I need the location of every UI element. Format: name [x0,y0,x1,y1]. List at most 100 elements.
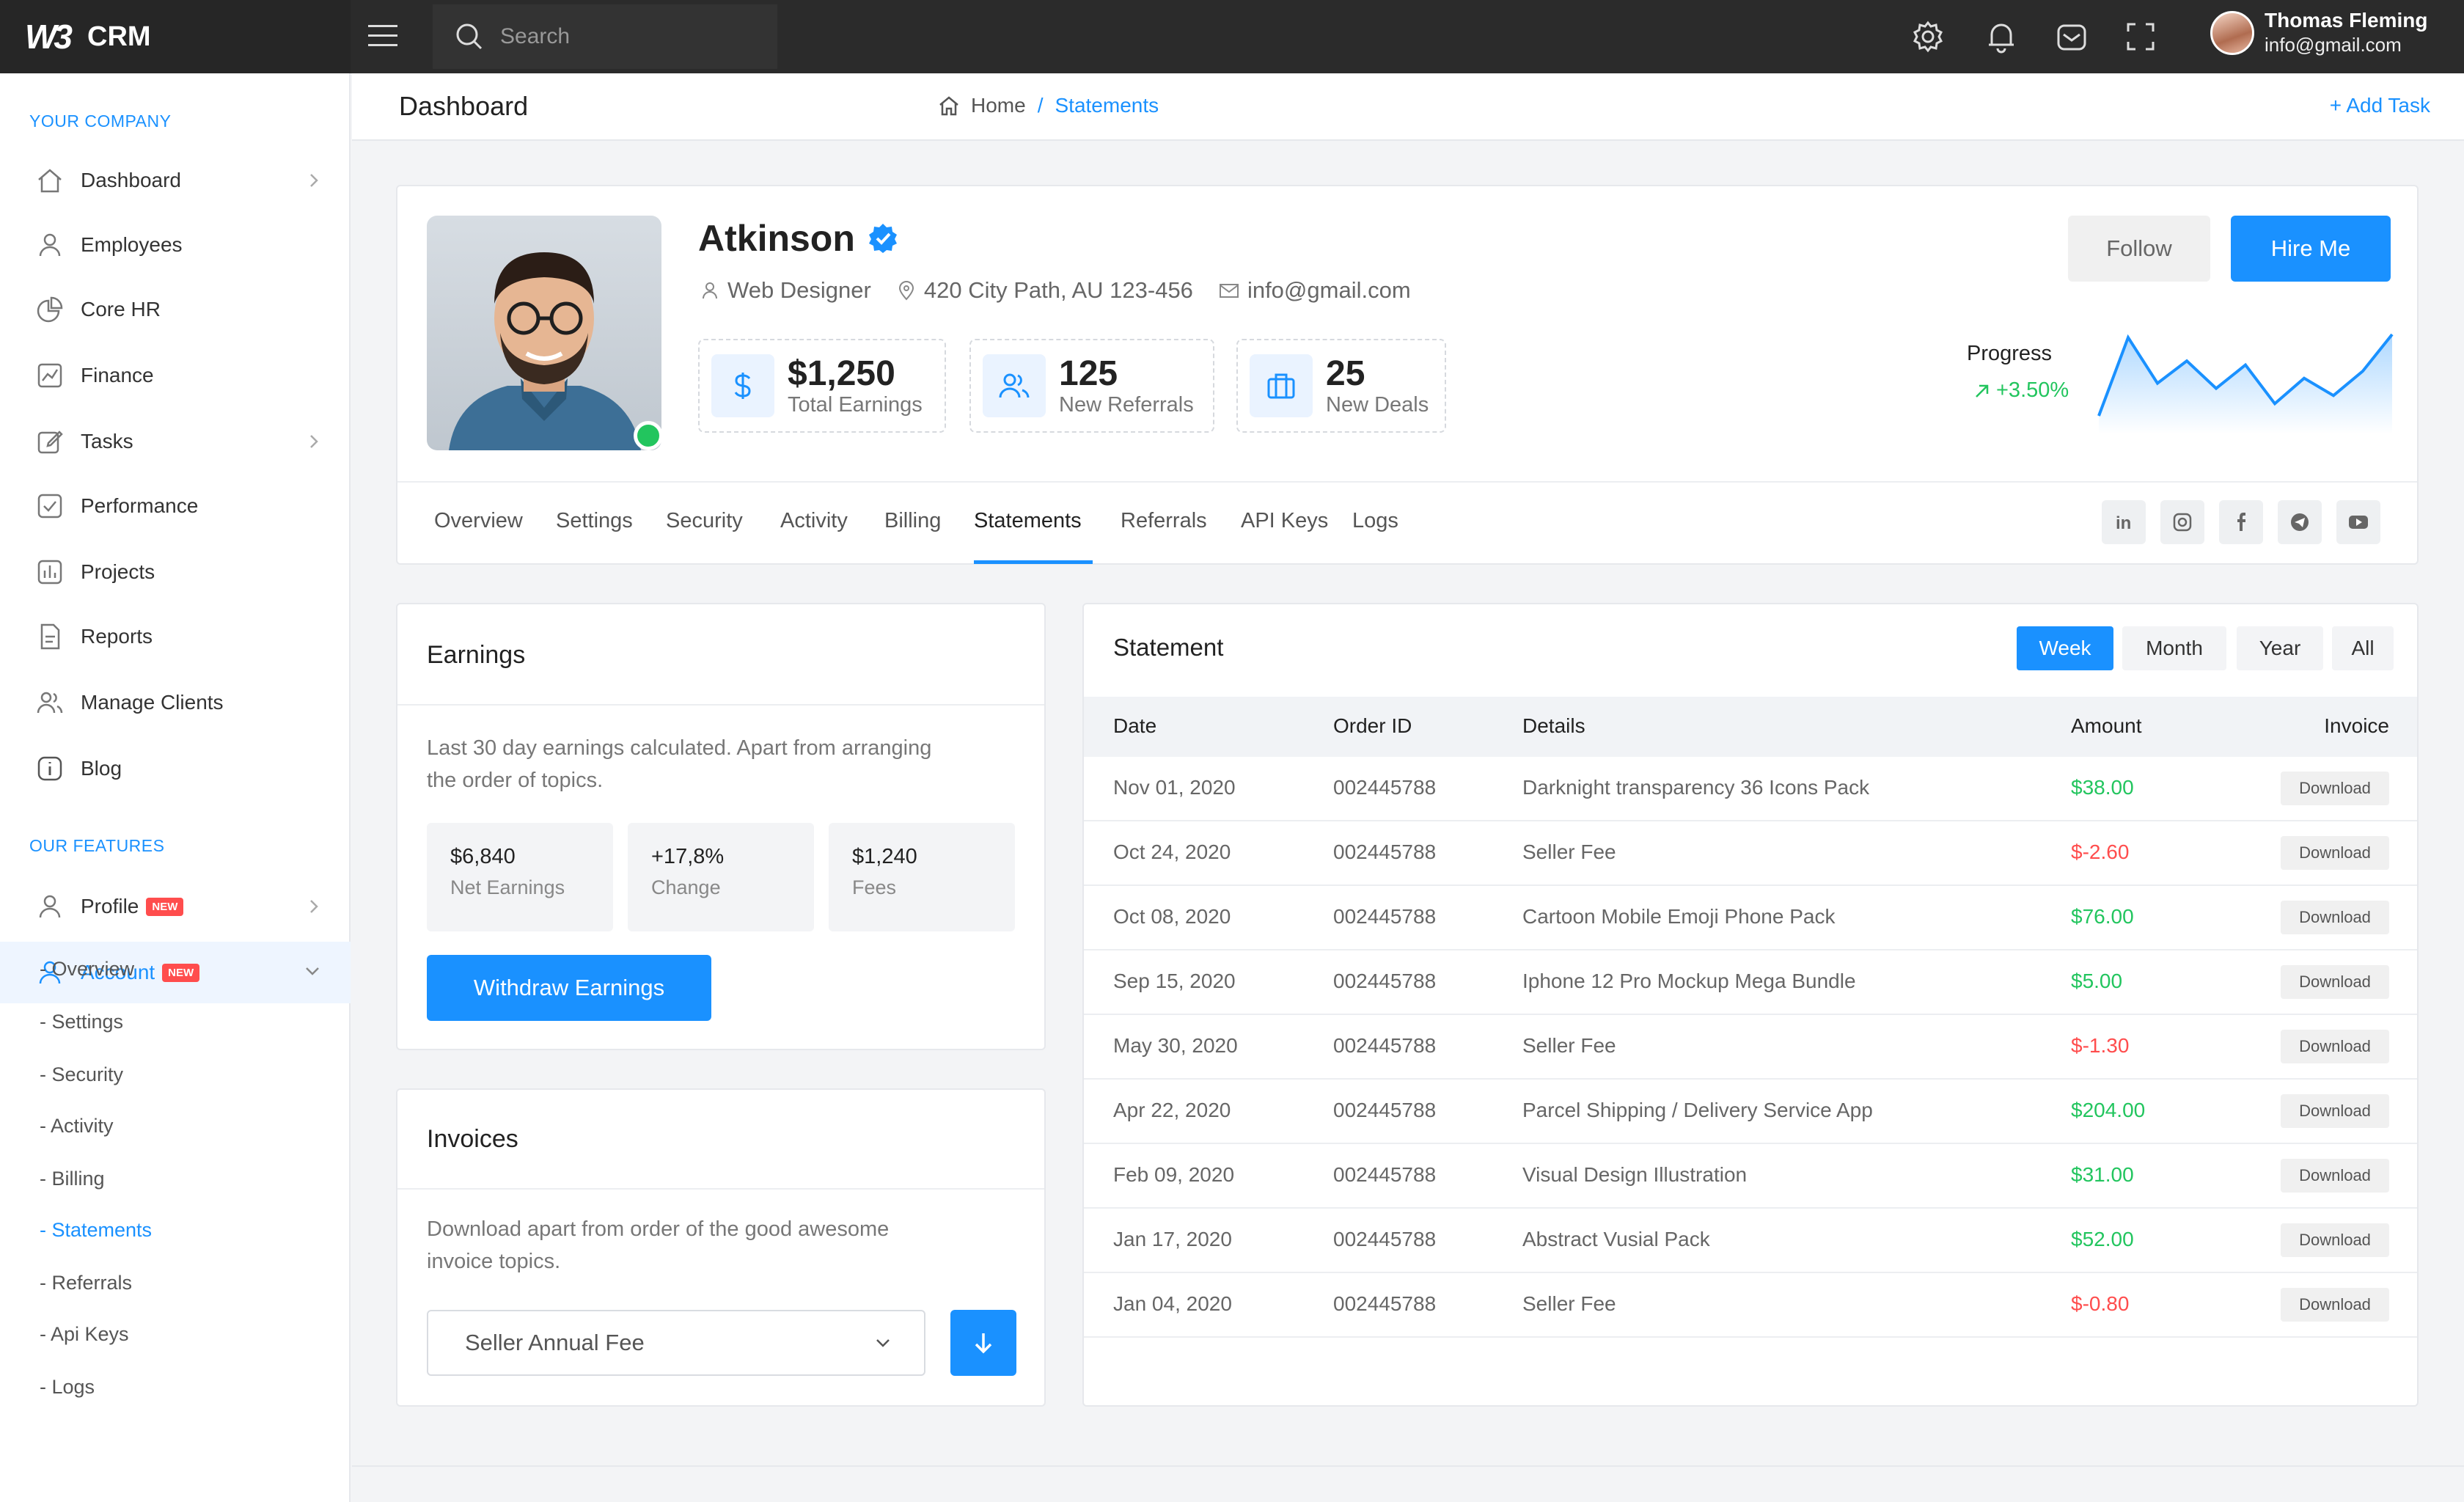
download-invoice-button[interactable]: Download [2281,836,2389,870]
sidebar-item-label: Blog [81,757,122,780]
download-invoice-button[interactable]: Download [2281,1030,2389,1063]
page-header: Dashboard Home / Statements + Add Task [352,73,2464,141]
sidebar-item-employees[interactable]: Employees [0,214,351,276]
download-invoice-button[interactable]: Download [2281,965,2389,999]
cell-order-id: 002445788 [1333,970,1437,992]
sidebar-subitem-security[interactable]: - Security [40,1063,123,1086]
sidebar-item-manage-clients[interactable]: Manage Clients [0,672,351,733]
download-invoice-button[interactable]: Download [2281,901,2389,934]
chevron-right-icon [307,433,321,450]
search-input[interactable] [500,24,764,49]
column-header-amount: Amount [2071,714,2142,737]
tab-activity[interactable]: Activity [780,509,848,533]
breadcrumb: Home / Statements [937,94,1159,117]
fullscreen-icon[interactable] [2124,20,2157,54]
sidebar-subitem-settings[interactable]: - Settings [40,1011,123,1033]
cell-amount: $38.00 [2071,776,2134,799]
chevron-down-icon [874,1336,892,1351]
tab-referrals[interactable]: Referrals [1121,509,1207,533]
stat-value: 125 [1059,353,1118,393]
table-row: Jan 17, 2020 002445788 Abstract Vusial Pac… [1084,1209,2417,1273]
bell-icon[interactable] [1984,20,2018,54]
sidebar-item-projects[interactable]: Projects [0,541,351,603]
pie-chart-icon [35,295,65,324]
table-row: Apr 22, 2020 002445788 Parcel Shipping / D… [1084,1080,2417,1144]
box-label: Change [651,876,721,898]
tab-settings[interactable]: Settings [556,509,633,533]
period-week-button[interactable]: Week [2017,626,2113,670]
follow-button[interactable]: Follow [2068,216,2210,282]
cell-details: Darknight transparency 36 Icons Pack [1522,776,1870,799]
logo-text: CRM [87,21,151,52]
logo[interactable]: W3 CRM [0,0,351,73]
sidebar-item-profile[interactable]: Profile NEW [0,876,351,937]
progress-label: Progress [1967,342,2053,365]
hamburger-menu-icon[interactable] [367,21,400,51]
column-header-details: Details [1522,714,1585,737]
search-box[interactable] [433,4,777,69]
dollar-icon [711,354,774,417]
sidebar-subitem-activity[interactable]: - Activity [40,1115,114,1138]
invoice-type-select[interactable]: Seller Annual Fee [427,1310,925,1376]
sidebar-item-tasks[interactable]: Tasks [0,411,351,472]
cell-date: Nov 01, 2020 [1113,776,1236,799]
settings-gear-icon[interactable] [1911,20,1945,54]
breadcrumb-home[interactable]: Home [971,94,1026,117]
sidebar-subitem-logs[interactable]: - Logs [40,1376,95,1399]
user-menu[interactable]: Thomas Fleming info@gmail.com [2210,9,2427,56]
box-value: $1,240 [852,845,917,868]
hire-me-button[interactable]: Hire Me [2231,216,2391,282]
instagram-icon[interactable] [2160,500,2204,544]
withdraw-earnings-button[interactable]: Withdraw Earnings [427,955,711,1021]
profile-meta: Web Designer 420 City Path, AU 123-456 i… [700,277,1436,304]
telegram-icon[interactable] [2278,500,2322,544]
tab-overview[interactable]: Overview [434,509,523,533]
youtube-icon[interactable] [2336,500,2380,544]
stat-new-deals: 25 New Deals [1236,339,1446,433]
tab-security[interactable]: Security [666,509,743,533]
sidebar-item-label: Manage Clients [81,691,224,714]
download-invoice-button[interactable]: Download [2281,1094,2389,1128]
tab-billing[interactable]: Billing [884,509,941,533]
sidebar-subitem-billing[interactable]: - Billing [40,1168,105,1190]
table-row: May 30, 2020 002445788 Seller Fee $-1.30 Dow… [1084,1015,2417,1080]
period-month-button[interactable]: Month [2122,626,2226,670]
sidebar-item-core-hr[interactable]: Core HR [0,279,351,340]
sidebar-subitem-overview[interactable]: - Overview [40,958,134,981]
table-row: Sep 15, 2020 002445788 Iphone 12 Pro Mocku… [1084,950,2417,1015]
facebook-icon[interactable] [2219,500,2263,544]
download-invoice-button[interactable]: Download [2281,1288,2389,1322]
tab-statements[interactable]: Statements [974,509,1082,533]
tab-logs[interactable]: Logs [1352,509,1398,533]
download-invoice-button[interactable]: Download [2281,772,2389,805]
sidebar-item-dashboard[interactable]: Dashboard [0,150,351,211]
breadcrumb-separator: / [1037,94,1044,117]
location-pin-icon [896,280,917,301]
cell-date: May 30, 2020 [1113,1034,1238,1057]
table-row: Jan 04, 2020 002445788 Seller Fee $-0.80 Dow… [1084,1273,2417,1338]
progress-sparkline [2097,333,2394,434]
add-task-link[interactable]: + Add Task [2330,94,2430,117]
download-invoice-button[interactable]: Download [2281,1223,2389,1257]
download-invoice-button[interactable]: Download [2281,1159,2389,1193]
users-icon [35,688,65,717]
sidebar-subitem-statements[interactable]: - Statements [40,1219,152,1242]
profile-name: Atkinson [698,217,899,260]
sidebar-subitem-api-keys[interactable]: - Api Keys [40,1323,129,1346]
invoice-download-button[interactable] [950,1310,1016,1376]
sidebar-item-reports[interactable]: Reports [0,606,351,667]
new-badge: NEW [162,963,200,982]
tab-api-keys[interactable]: API Keys [1241,509,1328,533]
online-status-dot [634,421,663,450]
user-icon [35,892,65,921]
sidebar-item-finance[interactable]: Finance [0,345,351,406]
period-all-button[interactable]: All [2332,626,2394,670]
linkedin-icon[interactable]: in [2102,500,2146,544]
sidebar-item-blog[interactable]: Blog [0,738,351,799]
column-header-invoice: Invoice [2324,714,2389,737]
home-icon[interactable] [937,94,961,117]
sidebar-item-performance[interactable]: Performance [0,475,351,537]
inbox-icon[interactable] [2055,20,2089,54]
period-year-button[interactable]: Year [2237,626,2323,670]
sidebar-subitem-referrals[interactable]: - Referrals [40,1272,132,1294]
